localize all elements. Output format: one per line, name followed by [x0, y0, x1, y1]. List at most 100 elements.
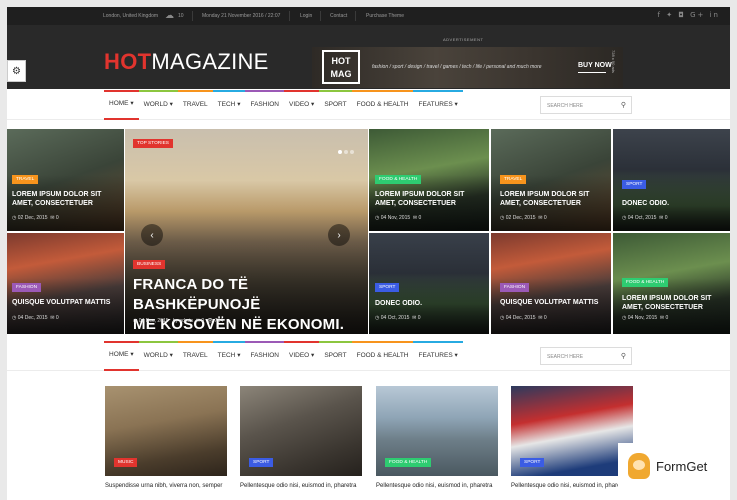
- nav-color-bar: [138, 90, 178, 92]
- nav-item-food-health[interactable]: FOOD & HEALTH: [351, 90, 414, 120]
- nav-color-bar: [284, 341, 320, 343]
- nav-item-sport[interactable]: SPORT: [319, 90, 352, 120]
- slider-dot[interactable]: [344, 150, 348, 154]
- category-badge[interactable]: SPORT: [622, 180, 647, 189]
- nav-color-bar: [351, 341, 414, 343]
- category-badge[interactable]: FOOD & HEALTH: [375, 175, 422, 184]
- category-badge[interactable]: MUSIC: [114, 458, 138, 467]
- article-title[interactable]: LOREM IPSUM DOLOR SIT AMET, CONSECTETUER: [500, 190, 610, 208]
- banner-size-label: 728 x 90 ads: [611, 50, 616, 73]
- site-logo[interactable]: HOTMAGAZINE: [104, 49, 269, 75]
- article-tile[interactable]: FOOD & HEALTH LOREM IPSUM DOLOR SIT AMET,…: [369, 129, 489, 231]
- sticky-nav: HOME ▾ WORLD ▾ TRAVEL TECH ▾ FASHION VID…: [7, 341, 730, 371]
- category-badge[interactable]: BUSINESS: [133, 260, 166, 269]
- search-input[interactable]: SEARCH HERE ⚲: [540, 96, 632, 114]
- search-icon[interactable]: ⚲: [621, 352, 626, 360]
- nav-item-food-health[interactable]: FOOD & HEALTH: [351, 341, 414, 371]
- category-badge[interactable]: FOOD & HEALTH: [622, 278, 669, 287]
- nav-item-tech[interactable]: TECH ▾: [212, 341, 246, 371]
- prev-arrow-icon[interactable]: ‹: [141, 224, 163, 246]
- featured-title[interactable]: FRANCA DO TË BASHKËPUNOJË ME KOSOVËN NË E…: [133, 275, 365, 334]
- article-meta: ◷ 04 Oct, 2015 ✉ 0: [375, 315, 421, 321]
- article-tile[interactable]: TRAVEL LOREM IPSUM DOLOR SIT AMET, CONSEC…: [7, 129, 124, 231]
- temperature-text: 10: [178, 13, 184, 19]
- article-title[interactable]: DONEC ODIO.: [622, 199, 727, 208]
- nav-item-fashion[interactable]: FASHION: [245, 90, 284, 120]
- buy-now-button[interactable]: BUY NOW: [578, 62, 612, 69]
- nav-item-sport[interactable]: SPORT: [319, 341, 352, 371]
- next-arrow-icon[interactable]: ›: [328, 224, 350, 246]
- card-caption[interactable]: Pellentesque odio nisi, euismod in, phar…: [376, 483, 492, 489]
- category-badge[interactable]: TRAVEL: [12, 175, 39, 184]
- category-badge[interactable]: FASHION: [12, 283, 42, 292]
- article-title[interactable]: QUISQUE VOLUTPAT MATTIS: [500, 298, 611, 307]
- article-tile[interactable]: SPORT DONEC ODIO. ◷ 04 Oct, 2015 ✉ 0: [613, 129, 730, 231]
- article-tile[interactable]: SPORT DONEC ODIO. ◷ 04 Oct, 2015 ✉ 0: [369, 233, 489, 334]
- buy-now-underline: [578, 72, 606, 73]
- contact-link[interactable]: Contact: [330, 13, 347, 19]
- article-title[interactable]: LOREM IPSUM DOLOR SIT AMET, CONSECTETUER: [622, 294, 730, 312]
- article-card[interactable]: SPORT: [240, 386, 362, 476]
- nav-list: HOME ▾ WORLD ▾ TRAVEL TECH ▾ FASHION VID…: [104, 341, 463, 371]
- nav-color-bar: [212, 90, 246, 92]
- nav-color-bar: [245, 341, 284, 343]
- featured-article[interactable]: TOP STORIES ‹ › BUSINESS FRANCA DO TË BA…: [125, 129, 368, 334]
- slider-dots[interactable]: [336, 141, 354, 159]
- article-title[interactable]: QUISQUE VOLUTPAT MATTIS: [12, 298, 124, 307]
- category-badge[interactable]: SPORT: [249, 458, 274, 467]
- article-tile[interactable]: FOOD & HEALTH LOREM IPSUM DOLOR SIT AMET,…: [613, 233, 730, 334]
- article-card[interactable]: SPORT: [511, 386, 633, 476]
- article-title[interactable]: LOREM IPSUM DOLOR SIT AMET, CONSECTETUER: [12, 190, 122, 208]
- article-meta: ◷ 02 Dec, 2015 ✉ 0: [500, 215, 547, 221]
- nav-item-travel[interactable]: TRAVEL: [177, 90, 213, 120]
- category-badge[interactable]: FOOD & HEALTH: [385, 458, 432, 467]
- ad-banner[interactable]: HOT MAG fashion / sport / design / travel…: [312, 47, 623, 88]
- nav-item-fashion[interactable]: FASHION: [245, 341, 284, 371]
- weather-icon: ☁: [165, 10, 174, 20]
- nav-list: HOME ▾ WORLD ▾ TRAVEL TECH ▾ FASHION VID…: [104, 90, 463, 120]
- article-card[interactable]: MUSIC: [105, 386, 227, 476]
- article-tile[interactable]: FASHION QUISQUE VOLUTPAT MATTIS ◷ 04 Dec…: [7, 233, 124, 334]
- search-input[interactable]: SEARCH HERE ⚲: [540, 347, 632, 365]
- date-text: Monday 21 November 2016 / 22:07: [202, 13, 281, 19]
- nav-color-bar: [212, 341, 246, 343]
- article-title[interactable]: LOREM IPSUM DOLOR SIT AMET, CONSECTETUER: [375, 190, 487, 208]
- nav-item-world[interactable]: WORLD ▾: [138, 341, 178, 371]
- site-header: HOTMAGAZINE ADVERTISEMENT HOT MAG fashion…: [7, 25, 730, 89]
- nav-item-video[interactable]: VIDEO ▾: [284, 341, 320, 371]
- article-tile[interactable]: TRAVEL LOREM IPSUM DOLOR SIT AMET, CONSEC…: [491, 129, 611, 231]
- card-caption[interactable]: Pellentesque odio nisi, euismod in, phar…: [511, 483, 627, 489]
- banner-logo: HOT MAG: [322, 50, 360, 84]
- article-tile[interactable]: FASHION QUISQUE VOLUTPAT MATTIS ◷ 04 Dec…: [491, 233, 611, 334]
- purchase-theme-link[interactable]: Purchase Theme: [366, 13, 404, 19]
- nav-item-travel[interactable]: TRAVEL: [177, 341, 213, 371]
- nav-item-features[interactable]: FEATURES ▾: [413, 90, 463, 120]
- gear-icon[interactable]: ⚙: [7, 60, 26, 82]
- nav-item-home[interactable]: HOME ▾: [104, 341, 139, 371]
- category-badge[interactable]: FASHION: [500, 283, 530, 292]
- nav-item-home[interactable]: HOME ▾: [104, 90, 139, 120]
- login-link[interactable]: Login: [300, 13, 312, 19]
- category-badge[interactable]: SPORT: [375, 283, 400, 292]
- article-card[interactable]: FOOD & HEALTH: [376, 386, 498, 476]
- nav-item-features[interactable]: FEATURES ▾: [413, 341, 463, 371]
- category-badge[interactable]: TRAVEL: [500, 175, 527, 184]
- social-icons[interactable]: f ✦ ◘ G+ in: [658, 11, 720, 19]
- nav-color-bar: [104, 90, 139, 92]
- category-badge[interactable]: SPORT: [520, 458, 545, 467]
- card-caption[interactable]: Suspendisse urna nibh, viverra non, semp…: [105, 483, 222, 489]
- nav-color-bar: [319, 90, 352, 92]
- location-text: London, United Kingdom: [103, 13, 159, 19]
- nav-color-bar: [138, 341, 178, 343]
- card-caption[interactable]: Pellentesque odio nisi, euismod in, phar…: [240, 483, 356, 489]
- nav-item-tech[interactable]: TECH ▾: [212, 90, 246, 120]
- nav-item-video[interactable]: VIDEO ▾: [284, 90, 320, 120]
- nav-item-world[interactable]: WORLD ▾: [138, 90, 178, 120]
- slider-dot[interactable]: [338, 150, 342, 154]
- slider-dot[interactable]: [350, 150, 354, 154]
- article-title[interactable]: DONEC ODIO.: [375, 299, 487, 308]
- main-nav: HOME ▾ WORLD ▾ TRAVEL TECH ▾ FASHION VID…: [7, 90, 730, 120]
- formget-brand: FormGet: [656, 458, 708, 474]
- search-icon[interactable]: ⚲: [621, 101, 626, 109]
- divider: [355, 11, 356, 21]
